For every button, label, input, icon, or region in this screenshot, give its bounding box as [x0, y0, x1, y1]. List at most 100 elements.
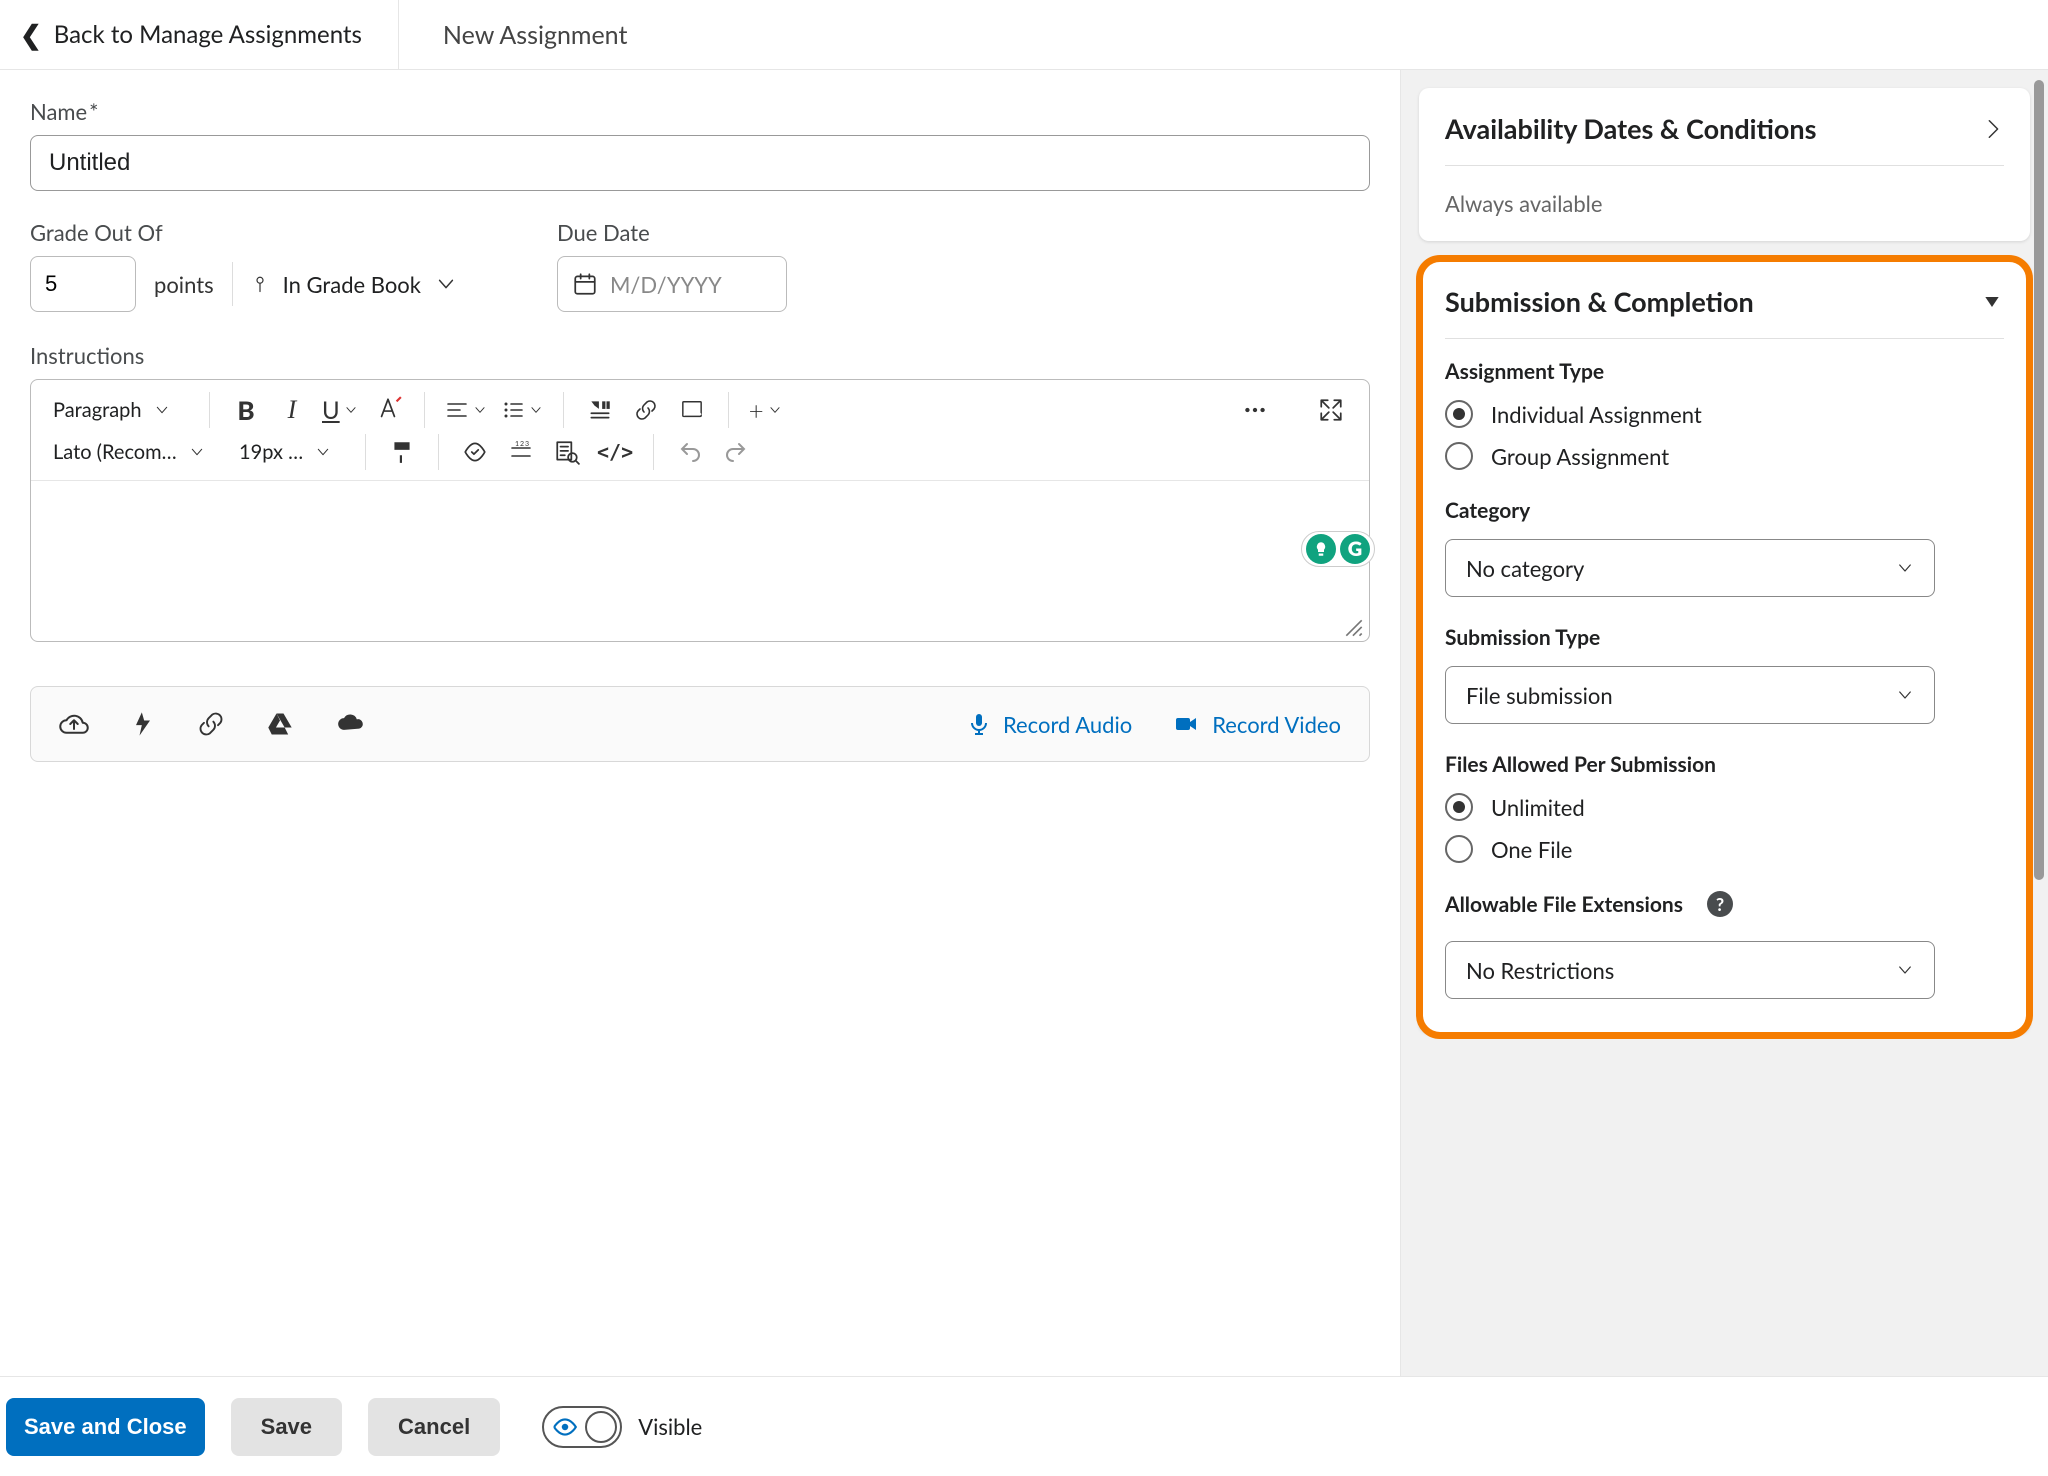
submission-type-label: Submission Type — [1445, 625, 2004, 650]
toggle-knob — [585, 1411, 617, 1443]
gradebook-label: In Grade Book — [283, 271, 421, 298]
due-date-input[interactable]: M/D/YYYY — [557, 256, 787, 312]
due-date-field: Due Date M/D/YYYY — [557, 219, 787, 312]
page-title: New Assignment — [399, 20, 628, 50]
italic-button[interactable]: I — [272, 390, 312, 430]
category-label: Category — [1445, 498, 2004, 523]
chevron-left-icon: ❮ — [20, 18, 42, 51]
name-field: Name* — [30, 98, 1370, 191]
grade-label: Grade Out Of — [30, 219, 457, 246]
due-date-label: Due Date — [557, 219, 787, 246]
record-video-button[interactable]: Record Video — [1172, 711, 1341, 738]
back-link-label: Back to Manage Assignments — [54, 20, 362, 49]
availability-panel: Availability Dates & Conditions Always a… — [1419, 88, 2030, 241]
accessibility-checker-button[interactable] — [455, 432, 495, 472]
source-code-button[interactable]: </> — [593, 432, 637, 472]
chevron-down-icon — [435, 273, 457, 295]
onedrive-button[interactable] — [335, 706, 367, 742]
submission-panel-header[interactable]: Submission & Completion — [1445, 285, 2004, 318]
insert-media-button[interactable] — [580, 390, 620, 430]
attachment-bar: Record Audio Record Video — [30, 686, 1370, 762]
assignment-type-group: Assignment Type Individual Assignment Gr… — [1445, 359, 2004, 470]
svg-text:2: 2 — [520, 440, 524, 448]
pin-icon — [251, 273, 269, 295]
underline-button[interactable]: U — [318, 390, 362, 430]
resize-grip-icon[interactable] — [1343, 617, 1365, 639]
allowable-extensions-group: Allowable File Extensions ? No Restricti… — [1445, 891, 2004, 999]
line-spacing-button[interactable]: 123 — [501, 432, 541, 472]
editor-toolbar-row2: Lato (Recom… 19px … — [31, 432, 1369, 481]
sidebar: Availability Dates & Conditions Always a… — [1400, 70, 2048, 1376]
individual-assignment-radio[interactable]: Individual Assignment — [1445, 400, 2004, 428]
editor-content-area[interactable]: G — [31, 481, 1369, 641]
calendar-icon — [572, 271, 598, 297]
back-to-manage-link[interactable]: ❮ Back to Manage Assignments — [0, 0, 399, 69]
category-group: Category No category — [1445, 498, 2004, 597]
allowable-extensions-select[interactable]: No Restrictions — [1445, 941, 1935, 999]
submission-type-group: Submission Type File submission — [1445, 625, 2004, 724]
main-column: Name* Grade Out Of points In Grade Book — [0, 70, 1400, 1376]
submission-completion-panel: Submission & Completion Assignment Type … — [1419, 261, 2030, 1033]
instructions-label: Instructions — [30, 342, 1370, 369]
assignment-type-label: Assignment Type — [1445, 359, 2004, 384]
name-input[interactable] — [30, 135, 1370, 191]
fullscreen-button[interactable] — [1311, 390, 1351, 430]
google-drive-button[interactable] — [265, 706, 295, 742]
scrollbar-thumb[interactable] — [2034, 80, 2044, 880]
workspace: Name* Grade Out Of points In Grade Book — [0, 70, 2048, 1376]
block-style-select[interactable]: Paragraph — [43, 398, 193, 422]
files-allowed-group: Files Allowed Per Submission Unlimited O… — [1445, 752, 2004, 863]
divider — [232, 262, 233, 306]
attachment-link-button[interactable] — [197, 706, 225, 742]
instructions-field: Instructions Paragraph B I U — [30, 342, 1370, 642]
allowable-extensions-label: Allowable File Extensions — [1445, 892, 1683, 917]
files-allowed-label: Files Allowed Per Submission — [1445, 752, 2004, 777]
upload-file-button[interactable] — [59, 706, 89, 742]
cancel-button[interactable]: Cancel — [368, 1398, 500, 1456]
submission-type-select[interactable]: File submission — [1445, 666, 1935, 724]
quicklink-button[interactable] — [129, 706, 157, 742]
font-family-select[interactable]: Lato (Recom… — [43, 440, 223, 464]
help-icon[interactable]: ? — [1707, 891, 1733, 917]
points-label: points — [154, 271, 214, 298]
footer: Save and Close Save Cancel Visible — [0, 1376, 2048, 1476]
redo-button[interactable] — [716, 432, 756, 472]
undo-button[interactable] — [670, 432, 710, 472]
submission-title: Submission & Completion — [1445, 285, 1754, 318]
insert-more-button[interactable]: + — [745, 390, 786, 430]
visibility-toggle[interactable]: Visible — [542, 1406, 702, 1448]
grade-points-input[interactable] — [30, 256, 136, 312]
files-one-radio[interactable]: One File — [1445, 835, 2004, 863]
eye-icon — [552, 1414, 578, 1440]
svg-text:3: 3 — [525, 440, 529, 448]
format-painter-button[interactable] — [382, 432, 422, 472]
files-unlimited-radio[interactable]: Unlimited — [1445, 793, 2004, 821]
insert-link-button[interactable] — [626, 390, 666, 430]
topbar: ❮ Back to Manage Assignments New Assignm… — [0, 0, 2048, 70]
chevron-right-icon — [1982, 116, 2004, 142]
list-button[interactable] — [497, 390, 547, 430]
editor-toolbar-row1: Paragraph B I U — [31, 380, 1369, 432]
triangle-down-icon — [1980, 292, 2004, 312]
text-color-button[interactable] — [368, 390, 408, 430]
gradebook-dropdown[interactable]: In Grade Book — [251, 271, 457, 298]
grammarly-widget[interactable]: G — [1301, 531, 1375, 567]
bold-button[interactable]: B — [226, 390, 266, 430]
due-date-placeholder: M/D/YYYY — [610, 271, 722, 298]
category-select[interactable]: No category — [1445, 539, 1935, 597]
align-button[interactable] — [441, 390, 491, 430]
save-button[interactable]: Save — [231, 1398, 342, 1456]
insert-image-button[interactable] — [672, 390, 712, 430]
grammarly-lightbulb-icon — [1306, 534, 1336, 564]
preview-button[interactable] — [547, 432, 587, 472]
more-actions-button[interactable] — [1235, 390, 1275, 430]
availability-panel-header[interactable]: Availability Dates & Conditions — [1445, 112, 2004, 145]
svg-text:1: 1 — [515, 440, 519, 448]
availability-title: Availability Dates & Conditions — [1445, 112, 1817, 145]
font-size-select[interactable]: 19px … — [229, 440, 349, 464]
group-assignment-radio[interactable]: Group Assignment — [1445, 442, 2004, 470]
grammarly-g-icon: G — [1340, 534, 1370, 564]
visibility-label: Visible — [638, 1413, 702, 1440]
save-and-close-button[interactable]: Save and Close — [6, 1398, 205, 1456]
record-audio-button[interactable]: Record Audio — [967, 711, 1132, 738]
